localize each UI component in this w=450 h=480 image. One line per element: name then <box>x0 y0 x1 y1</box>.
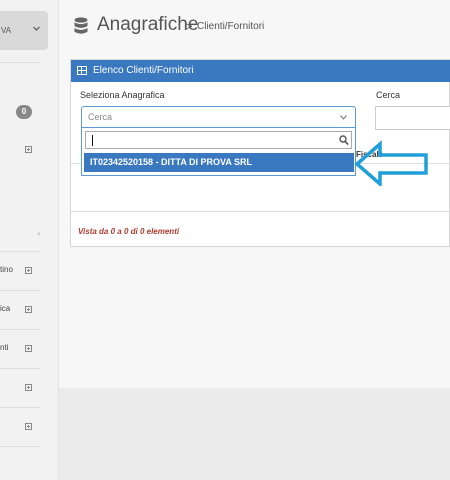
search-input[interactable] <box>375 106 450 130</box>
expand-icon[interactable] <box>25 146 32 153</box>
table-icon <box>77 66 87 75</box>
table-info-text: Vista da 0 a 0 di 0 elementi <box>78 227 180 236</box>
dropdown-option[interactable]: IT02342520158 - DITTA DI PROVA SRL <box>84 153 354 172</box>
search-icon <box>339 135 349 146</box>
expand-icon <box>25 423 32 430</box>
expand-icon <box>25 267 32 274</box>
chevron-down-icon <box>340 115 347 120</box>
sidebar-item-label: ica <box>0 304 11 313</box>
breadcrumb-separator: > <box>186 21 193 33</box>
notification-badge: 0 <box>16 105 32 119</box>
sidebar-item-5[interactable] <box>0 408 40 447</box>
anagrafica-select[interactable]: Cerca <box>81 106 356 128</box>
sidebar: VA 0 ▲ tino ica nti <box>0 0 59 480</box>
sidebar-item-label: nti <box>0 343 9 352</box>
sidebar-item-1[interactable]: tino <box>0 252 40 291</box>
expand-icon <box>25 384 32 391</box>
select-anagrafica-label: Seleziona Anagrafica <box>80 90 165 100</box>
option-code: IT02342520158 <box>90 157 154 167</box>
option-text: - DITTA DI PROVA SRL <box>153 157 253 167</box>
sidebar-item-3[interactable]: nti <box>0 330 40 369</box>
arrow-left-icon <box>354 140 428 186</box>
company-selector-label: VA <box>1 26 12 35</box>
page-title: Anagrafiche <box>97 14 199 35</box>
sidebar-item-2[interactable]: ica <box>0 291 40 330</box>
text-cursor <box>92 135 93 146</box>
chevron-down-icon <box>33 26 40 31</box>
sidebar-item-label: tino <box>0 265 13 274</box>
dropdown-search-input[interactable] <box>85 131 352 149</box>
expand-icon <box>25 306 32 313</box>
collapse-caret-icon[interactable]: ▲ <box>36 231 42 237</box>
sidebar-item-4[interactable] <box>0 369 40 408</box>
expand-icon <box>25 345 32 352</box>
sidebar-divider <box>0 62 40 63</box>
company-selector-button[interactable]: VA <box>0 11 48 50</box>
breadcrumb: Clienti/Fornitori <box>197 21 265 32</box>
select-dropdown: IT02342520158 - DITTA DI PROVA SRL <box>81 128 356 176</box>
select-placeholder: Cerca <box>88 112 113 122</box>
search-label: Cerca <box>376 90 401 100</box>
sidebar-divider <box>0 446 40 447</box>
panel-title: Elenco Clienti/Fornitori <box>93 65 194 76</box>
database-icon <box>74 17 88 34</box>
panel-header: Elenco Clienti/Fornitori <box>71 60 450 82</box>
